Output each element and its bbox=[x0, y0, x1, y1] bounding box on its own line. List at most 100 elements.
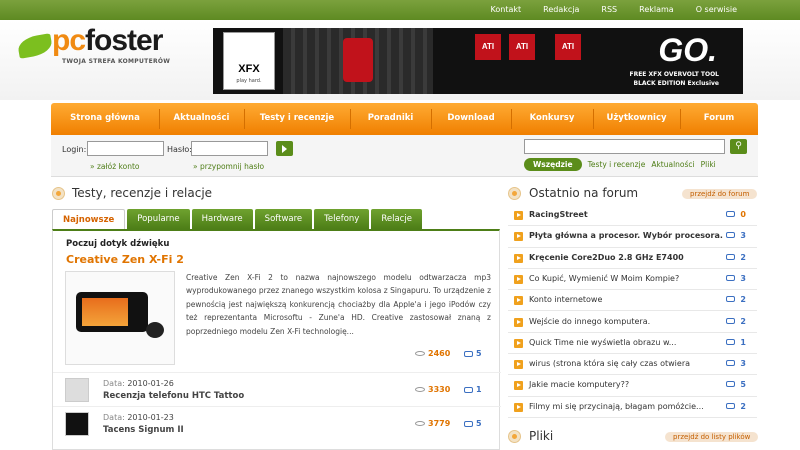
feature-views: 2460 bbox=[415, 349, 450, 358]
forum-item[interactable]: Co Kupić, Wymienić W Moim Kompie? 3 bbox=[508, 269, 757, 291]
ad-banner[interactable]: XFX play hard. ATI ATI ATI GO. FREE XFX O… bbox=[213, 28, 743, 94]
forum-item-count: 1 bbox=[740, 337, 746, 347]
nav-uzytkownicy[interactable]: Użytkownicy bbox=[593, 103, 680, 135]
goto-forum-link[interactable]: przejdź do forum bbox=[682, 189, 758, 199]
comment-icon bbox=[726, 296, 735, 303]
tab-popularne[interactable]: Popularne bbox=[127, 209, 190, 229]
arrow-right-icon bbox=[514, 296, 523, 306]
nav-konkursy[interactable]: Konkursy bbox=[511, 103, 593, 135]
feature-image[interactable] bbox=[65, 271, 175, 365]
nav-poradniki[interactable]: Poradniki bbox=[350, 103, 431, 135]
forum-item[interactable]: Konto internetowe 2 bbox=[508, 290, 757, 312]
password-input[interactable] bbox=[191, 141, 268, 156]
forum-item-title[interactable]: Płyta główna a procesor. Wybór procesora… bbox=[529, 231, 723, 240]
search-scope-wszedzie[interactable]: Wszędzie bbox=[524, 158, 582, 171]
forum-item-count: 3 bbox=[740, 359, 746, 369]
forum-item-title[interactable]: Konto internetowe bbox=[529, 295, 602, 304]
banner-subtext: FREE XFX OVERVOLT TOOL BLACK EDITION Excl… bbox=[629, 71, 719, 87]
register-link[interactable]: » załóż konto bbox=[90, 162, 140, 171]
password-label: Hasło: bbox=[167, 145, 192, 154]
forum-item-count: 2 bbox=[740, 401, 746, 411]
nav-aktualnosci[interactable]: Aktualności bbox=[159, 103, 244, 135]
logo-word: pcfoster bbox=[52, 24, 163, 57]
search-input[interactable] bbox=[524, 139, 725, 154]
login-button[interactable] bbox=[276, 141, 293, 156]
forum-item[interactable]: Jakie macie komputery?? 5 bbox=[508, 375, 757, 397]
link-kontakt[interactable]: Kontakt bbox=[480, 5, 533, 14]
link-redakcja[interactable]: Redakcja bbox=[532, 5, 590, 14]
review-title[interactable]: Recenzja telefonu HTC Tattoo bbox=[103, 391, 244, 401]
banner-go-text: GO. bbox=[658, 32, 717, 68]
nav-download[interactable]: Download bbox=[431, 103, 511, 135]
tab-software[interactable]: Software bbox=[254, 209, 313, 229]
review-date: Data: 2010-01-23 bbox=[103, 413, 174, 422]
arrow-right-icon bbox=[514, 402, 523, 412]
review-row[interactable]: Data: 2010-01-26 Recenzja telefonu HTC T… bbox=[53, 372, 501, 406]
comment-icon bbox=[726, 317, 735, 324]
tab-hardware[interactable]: Hardware bbox=[191, 209, 253, 229]
forum-item-title[interactable]: Kręcenie Core2Duo 2.8 GHz E7400 bbox=[529, 253, 684, 262]
search-scope-pliki[interactable]: Pliki bbox=[701, 160, 716, 169]
comment-icon bbox=[464, 386, 473, 393]
review-comments[interactable]: 1 bbox=[464, 385, 482, 394]
section-bullet-icon bbox=[52, 187, 65, 200]
forum-item-title[interactable]: Wejście do innego komputera. bbox=[529, 317, 650, 326]
graphics-card-image bbox=[283, 28, 433, 94]
comment-icon bbox=[726, 402, 735, 409]
arrow-right-icon bbox=[514, 253, 523, 263]
forum-item[interactable]: wirus (strona która się cały czas otwier… bbox=[508, 354, 757, 376]
link-rss[interactable]: RSS bbox=[590, 5, 628, 14]
comment-icon bbox=[726, 211, 735, 217]
link-o-serwisie[interactable]: O serwisie bbox=[685, 5, 748, 14]
tab-telefony[interactable]: Telefony bbox=[314, 209, 370, 229]
logo-tagline: TWOJA STREFA KOMPUTERÓW bbox=[62, 58, 171, 65]
forum-item[interactable]: Quick Time nie wyświetla obrazu w... 1 bbox=[508, 333, 757, 355]
forum-item-title[interactable]: Quick Time nie wyświetla obrazu w... bbox=[529, 338, 676, 347]
forum-item-count: 3 bbox=[740, 273, 746, 283]
mp3-player-image bbox=[76, 292, 148, 332]
forum-item[interactable]: Filmy mi się przycinają, błagam pomóżcie… bbox=[508, 397, 757, 418]
top-bar: Kontakt Redakcja RSS Reklama O serwisie bbox=[0, 0, 800, 20]
review-row[interactable]: Data: 2010-01-23 Tacens Signum II 3779 5 bbox=[53, 406, 501, 440]
forum-item[interactable]: RacingStreet 0 bbox=[508, 205, 757, 227]
login-label: Login: bbox=[62, 145, 87, 154]
forum-item-count: 2 bbox=[740, 316, 746, 326]
forum-item-title[interactable]: Co Kupić, Wymienić W Moim Kompie? bbox=[529, 274, 679, 283]
remind-password-link[interactable]: » przypomnij hasło bbox=[193, 162, 264, 171]
reviews-panel: Poczuj dotyk dźwięku Creative Zen X-Fi 2… bbox=[52, 229, 501, 450]
tab-relacje[interactable]: Relacje bbox=[371, 209, 422, 229]
forum-item[interactable]: Płyta główna a procesor. Wybór procesora… bbox=[508, 226, 757, 248]
feature-comments[interactable]: 5 bbox=[464, 349, 482, 358]
ati-badge: ATI bbox=[555, 34, 581, 60]
forum-item-title[interactable]: RacingStreet bbox=[529, 210, 588, 219]
link-reklama[interactable]: Reklama bbox=[628, 5, 685, 14]
forum-item[interactable]: Wejście do innego komputera. 2 bbox=[508, 312, 757, 333]
nav-testy[interactable]: Testy i recenzje bbox=[244, 103, 350, 135]
review-title[interactable]: Tacens Signum II bbox=[103, 425, 184, 435]
forum-item-count: 5 bbox=[740, 380, 746, 390]
review-thumbnail[interactable] bbox=[65, 412, 89, 436]
views-icon bbox=[415, 351, 425, 356]
site-logo[interactable]: pcfoster TWOJA STREFA KOMPUTERÓW bbox=[16, 24, 188, 84]
nav-forum[interactable]: Forum bbox=[680, 103, 758, 135]
forum-item-title[interactable]: Jakie macie komputery?? bbox=[529, 380, 629, 389]
search-scope-aktualnosci[interactable]: Aktualności bbox=[651, 160, 694, 169]
nav-strona-glowna[interactable]: Strona główna bbox=[51, 103, 159, 135]
forum-list: RacingStreet 0 Płyta główna a procesor. Wy… bbox=[508, 205, 757, 418]
search-scope-testy[interactable]: Testy i recenzje bbox=[588, 160, 646, 169]
arrow-right-icon bbox=[514, 317, 523, 327]
forum-section-title: Ostatnio na forum bbox=[529, 186, 639, 200]
forum-item-title[interactable]: Filmy mi się przycinają, błagam pomóżcie… bbox=[529, 402, 704, 411]
leaf-icon bbox=[16, 33, 54, 59]
tab-najnowsze[interactable]: Najnowsze bbox=[52, 209, 126, 229]
review-thumbnail[interactable] bbox=[65, 378, 89, 402]
forum-item[interactable]: Kręcenie Core2Duo 2.8 GHz E7400 2 bbox=[508, 248, 757, 269]
goto-files-link[interactable]: przejdź do listy plików bbox=[665, 432, 759, 442]
feature-kicker: Poczuj dotyk dźwięku bbox=[66, 239, 170, 249]
feature-title[interactable]: Creative Zen X-Fi 2 bbox=[66, 253, 184, 266]
search-button[interactable]: ⚲ bbox=[730, 139, 747, 154]
review-comments[interactable]: 5 bbox=[464, 419, 482, 428]
login-input[interactable] bbox=[87, 141, 164, 156]
comment-icon bbox=[726, 253, 735, 260]
forum-item-title[interactable]: wirus (strona która się cały czas otwier… bbox=[529, 359, 690, 368]
